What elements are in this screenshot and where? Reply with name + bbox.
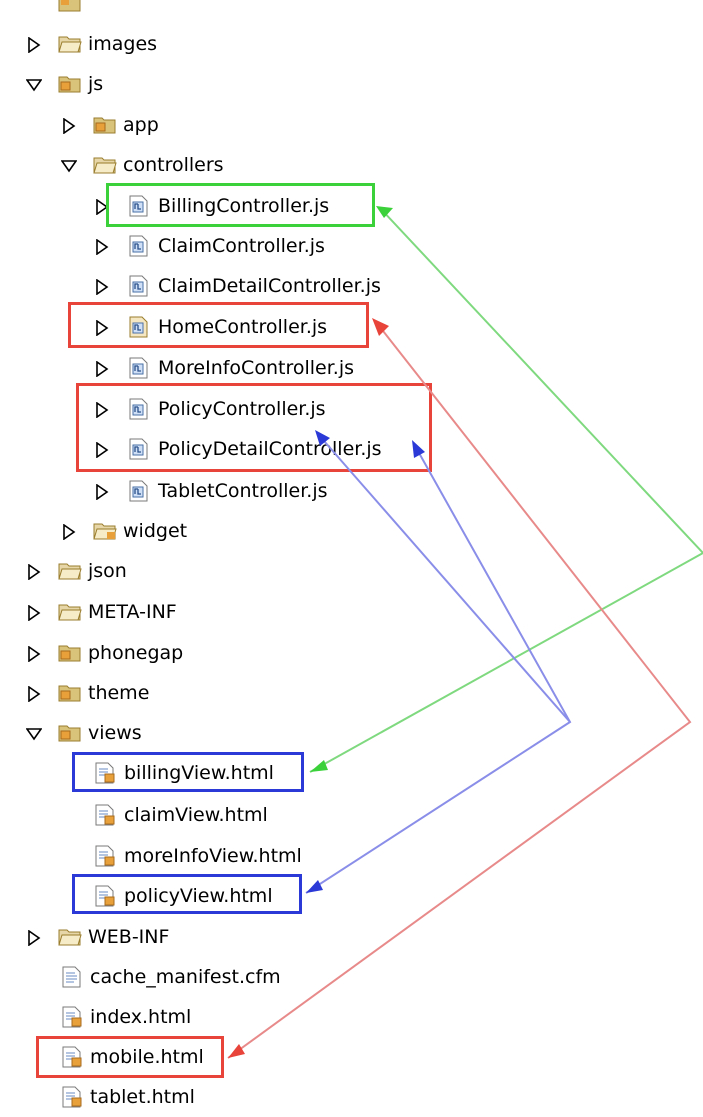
package-folder-icon [92,114,118,136]
tree-item-label: phonegap [88,642,184,664]
js-file-icon [126,235,152,257]
tree-item-label: views [88,722,142,744]
folder-icon [92,154,118,176]
tree-item-label: ClaimController.js [158,235,325,257]
collapse-arrow-icon[interactable] [25,76,43,92]
html-file-icon [92,804,118,826]
tree-item-label: controllers [123,154,224,176]
tree-item-label: ClaimDetailController.js [158,275,381,297]
folder-icon [57,601,83,623]
js-file-icon [126,195,152,217]
tree-item-label: BillingController.js [158,195,330,217]
tree-item-label: moreInfoView.html [124,845,302,867]
js-file-icon [126,480,152,502]
tree-item-label: theme [88,682,150,704]
tree-item-label: billingView.html [124,762,274,784]
tree-item-label: PolicyDetailController.js [158,438,382,460]
tree-item-label: cache_manifest.cfm [90,966,281,988]
tree-item-label: app [123,114,159,136]
green-arrowhead-billingview [310,760,328,772]
tree-item-label: PolicyController.js [158,398,326,420]
expand-arrow-icon[interactable] [94,238,110,256]
folder-icon [92,520,118,542]
red-arrowhead-home [372,318,389,336]
blue-arrow-policy-detail [305,443,572,894]
html-file-icon [92,845,118,867]
blue-arrowhead-policydetail [412,440,425,458]
tree-item-label: index.html [90,1006,192,1028]
tree-item-label: widget [123,520,188,542]
package-folder-icon [57,0,83,13]
tree-item-label: MoreInfoController.js [158,357,354,379]
package-folder-icon [57,722,83,744]
package-folder-icon [57,73,83,95]
js-file-icon [126,316,152,338]
package-folder-icon [57,682,83,704]
expand-arrow-icon[interactable] [26,929,42,947]
html-file-icon [92,762,118,784]
green-arrowhead-billingcontroller [376,206,393,218]
html-file-icon [92,885,118,907]
package-folder-icon [57,642,83,664]
js-file-icon [126,275,152,297]
expand-arrow-icon[interactable] [26,36,42,54]
js-file-icon [126,398,152,420]
tree-item-label: json [88,560,127,582]
expand-arrow-icon[interactable] [26,604,42,622]
folder-icon [57,560,83,582]
expand-arrow-icon[interactable] [94,360,110,378]
html-file-icon [59,1046,85,1068]
expand-arrow-icon[interactable] [26,563,42,581]
expand-arrow-icon[interactable] [61,523,77,541]
expand-arrow-icon[interactable] [26,645,42,663]
expand-arrow-icon[interactable] [94,198,110,216]
js-file-icon [126,438,152,460]
expand-arrow-icon[interactable] [61,117,77,135]
folder-icon [57,926,83,948]
tree-item-label: claimView.html [124,804,268,826]
tree-item-label: HomeController.js [158,316,328,338]
html-file-icon [59,1006,85,1028]
red-arrow [227,321,692,1059]
expand-arrow-icon[interactable] [94,441,110,459]
tree-item-label: TabletController.js [158,480,328,502]
collapse-arrow-icon[interactable] [60,157,78,173]
tree-item-label: mobile.html [90,1046,204,1068]
tree-item-label: WEB-INF [88,926,170,948]
expand-arrow-icon[interactable] [94,278,110,296]
folder-icon [57,33,83,55]
expand-arrow-icon[interactable] [94,319,110,337]
tree-item-label: META-INF [88,601,177,623]
blue-arrow-policy [316,432,571,723]
tree-item-label: tablet.html [90,1086,195,1108]
expand-arrow-icon[interactable] [94,401,110,419]
red-arrowhead-mobile [228,1044,245,1058]
tree-item-label: images [88,33,158,55]
html-file-icon [59,1086,85,1108]
expand-arrow-icon[interactable] [26,685,42,703]
text-file-icon [59,966,85,988]
tree-item-label: policyView.html [124,885,273,907]
js-file-icon [126,357,152,379]
collapse-arrow-icon[interactable] [25,725,43,741]
expand-arrow-icon[interactable] [94,483,110,501]
tree-item-label: js [88,73,104,95]
blue-arrowhead-policyview [306,880,323,893]
